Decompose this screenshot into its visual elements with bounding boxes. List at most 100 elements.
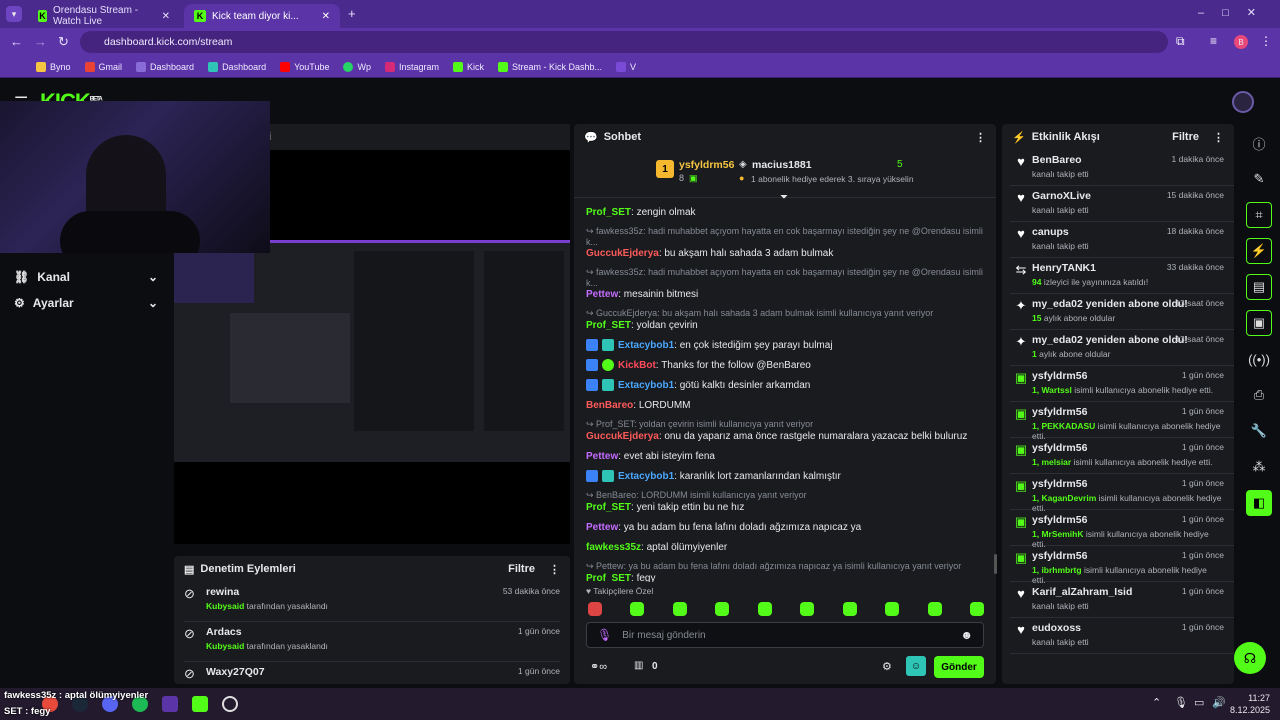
channel-points-icon[interactable]: ⚭∞	[590, 660, 607, 673]
share-icon[interactable]: ⁂	[1246, 454, 1272, 480]
reply-context[interactable]: ↪ Pettew: ya bu adam bu fena lafını dola…	[574, 561, 996, 572]
reload-icon[interactable]: ↻	[58, 34, 69, 50]
filter-button[interactable]: Filtre	[508, 563, 535, 575]
bookmark-instagram[interactable]: Instagram	[384, 61, 439, 72]
app-icon[interactable]	[162, 696, 178, 712]
microphone-icon[interactable]: 🎙	[597, 628, 612, 642]
emoji-icon[interactable]: ☻	[960, 628, 973, 642]
activity-item[interactable]: ▣ ysfyldrm56 1, PEKKADASU isimli kullanıcı…	[1010, 402, 1234, 441]
bookmark-byno[interactable]: Byno	[36, 61, 71, 72]
activity-item[interactable]: ▣ ysfyldrm56 1, ibrhmbrtg isimli kullanıcı…	[1010, 546, 1234, 585]
chat-username[interactable]: Prof_SET	[586, 502, 631, 513]
print-icon[interactable]: ⎙	[1246, 382, 1272, 408]
chat-username[interactable]: Extacybob1	[618, 471, 674, 482]
chat-username[interactable]: Prof_SET	[586, 207, 631, 218]
bookmark-v[interactable]: V	[616, 61, 636, 72]
back-icon[interactable]: ←	[10, 34, 23, 49]
clipboard-icon[interactable]: ▤	[1246, 274, 1272, 300]
send-button[interactable]: Gönder	[934, 656, 984, 678]
bookmark-dashboard[interactable]: Dashboard	[136, 61, 194, 72]
close-icon[interactable]: ✕	[322, 11, 330, 22]
close-icon[interactable]: ✕	[162, 11, 170, 22]
chat-username[interactable]: BenBareo	[586, 400, 633, 411]
emote[interactable]	[927, 602, 942, 616]
emote[interactable]	[715, 602, 730, 616]
kick-bot-icon[interactable]: ☺	[906, 656, 926, 676]
info-icon[interactable]: ⓘ	[1246, 130, 1272, 156]
activity-item[interactable]: ✦ my_eda02 yeniden abone oldu! 15 aylık ab…	[1010, 294, 1234, 330]
chat-username[interactable]: KickBot	[618, 360, 656, 371]
more-options-icon[interactable]: ⋮	[975, 131, 986, 144]
bookmark-stream-dashboard[interactable]: Stream - Kick Dashb...	[498, 61, 602, 72]
reply-context[interactable]: ↪ BenBareo: LORDUMM isimli kullanıcıya y…	[574, 490, 996, 501]
emote[interactable]	[842, 602, 857, 616]
reply-context[interactable]: ↪ GuccukEjderya: bu akşam halı sahada 3 …	[574, 308, 996, 319]
bookmark-wp[interactable]: Wp	[343, 61, 371, 72]
tab-orendasu[interactable]: K Orendasu Stream - Watch Live ✕	[28, 4, 180, 28]
tray-chevron-icon[interactable]: ⌃	[1152, 696, 1161, 709]
activity-item[interactable]: ♥ GarnoXLive kanalı takip etti 15 dakika ön…	[1010, 186, 1234, 222]
scan-icon[interactable]: ⌗	[1246, 202, 1272, 228]
activity-item[interactable]: ▣ ysfyldrm56 1, Wartssl isimli kullanıcıya…	[1010, 366, 1234, 402]
new-tab-icon[interactable]: +	[348, 6, 356, 21]
lightning-icon[interactable]: ⚡	[1246, 238, 1272, 264]
chat-settings-icon[interactable]: ⚙	[882, 660, 892, 673]
menu-icon[interactable]: ⋮	[1260, 34, 1272, 48]
activity-item[interactable]: ♥ canups kanalı takip etti 18 dakika önce	[1010, 222, 1234, 258]
top-gifter-2[interactable]: macius1881	[752, 159, 812, 171]
emote[interactable]	[630, 602, 645, 616]
filter-button[interactable]: Filtre	[1172, 131, 1199, 143]
emote[interactable]	[800, 602, 815, 616]
bookmark-kick[interactable]: Kick	[453, 61, 484, 72]
chat-icon[interactable]: ▣	[1246, 310, 1272, 336]
broadcast-icon[interactable]: ((•))	[1246, 346, 1272, 372]
emote[interactable]	[672, 602, 687, 616]
clock-time[interactable]: 11:27	[1236, 693, 1270, 703]
bookmark-gmail[interactable]: Gmail	[84, 61, 122, 72]
kick-studio-icon[interactable]	[192, 696, 208, 712]
wrench-icon[interactable]: 🔧	[1246, 418, 1272, 444]
chat-scrollbar[interactable]	[994, 554, 997, 574]
user-avatar[interactable]	[1232, 91, 1254, 113]
sidebar-item-ayarlar[interactable]: ⚙ Ayarlar ⌄	[0, 290, 172, 316]
emote[interactable]	[588, 602, 602, 616]
activity-item[interactable]: ✦ my_eda02 yeniden abone oldu! 1 aylık abo…	[1010, 330, 1234, 366]
volume-icon[interactable]: 🔊	[1212, 696, 1226, 709]
activity-item[interactable]: ♥ eudoxoss kanalı takip etti 1 gün önce	[1010, 618, 1234, 654]
chat-username[interactable]: Extacybob1	[618, 380, 674, 391]
activity-item[interactable]: ▣ ysfyldrm56 1, KaganDevrim isimli kullanı…	[1010, 474, 1234, 513]
chat-username[interactable]: Pettew	[586, 289, 618, 300]
reply-context[interactable]: ↪ Prof_SET: yoldan çevirin isimli kullan…	[574, 419, 996, 430]
obs-icon[interactable]	[222, 696, 238, 712]
forward-icon[interactable]: →	[34, 34, 47, 49]
reply-context[interactable]: ↪ fawkess35z: hadi muhabbet açıyom hayat…	[574, 267, 996, 288]
activity-item[interactable]: ▣ ysfyldrm56 1, melsiar isimli kullanıcıya…	[1010, 438, 1234, 474]
edit-icon[interactable]: ✎	[1246, 166, 1272, 192]
pin-icon[interactable]: ⏷	[780, 192, 788, 203]
chat-username[interactable]: Extacybob1	[618, 340, 674, 351]
chat-username[interactable]: Pettew	[586, 451, 618, 462]
more-options-icon[interactable]: ⋮	[1213, 131, 1224, 144]
tab-kick-team[interactable]: K Kick team diyor ki... ✕	[184, 4, 340, 28]
chat-username[interactable]: GuccukEjderya	[586, 431, 659, 442]
tab-search-icon[interactable]: ▾	[6, 6, 22, 22]
extensions-icon[interactable]: ⧉	[1176, 34, 1185, 49]
activity-item[interactable]: ⇆ HenryTANK1 94 izleyici ile yayınınıza ka…	[1010, 258, 1234, 294]
more-options-icon[interactable]: ⋮	[549, 563, 560, 576]
activity-item[interactable]: ▣ ysfyldrm56 1, MrSemihK isimli kullanıcıy…	[1010, 510, 1234, 549]
clock-date[interactable]: 8.12.2025	[1226, 705, 1270, 715]
activity-item[interactable]: ♥ Karif_alZahram_Isid kanalı takip etti 1 g…	[1010, 582, 1234, 618]
support-headset-icon[interactable]: ☊	[1234, 642, 1266, 674]
chat-username[interactable]: GuccukEjderya	[586, 248, 659, 259]
bookmark-dashboard-2[interactable]: Dashboard	[208, 61, 266, 72]
address-bar[interactable]: dashboard.kick.com/stream	[80, 31, 1168, 53]
vault-icon[interactable]: ▥	[634, 660, 643, 671]
profile-avatar[interactable]: B	[1234, 35, 1248, 49]
reply-context[interactable]: ↪ fawkess35z: hadi muhabbet açıyom hayat…	[574, 226, 996, 247]
activity-item[interactable]: ♥ BenBareo kanalı takip etti 1 dakika önce	[1010, 150, 1234, 186]
chat-username[interactable]: Pettew	[586, 522, 618, 533]
window-controls[interactable]: –□✕	[1198, 6, 1274, 19]
microphone-icon[interactable]: 🎙	[1174, 696, 1188, 709]
chat-username[interactable]: Prof_SET	[586, 573, 631, 582]
kick-app-icon[interactable]: ◧	[1246, 490, 1272, 516]
